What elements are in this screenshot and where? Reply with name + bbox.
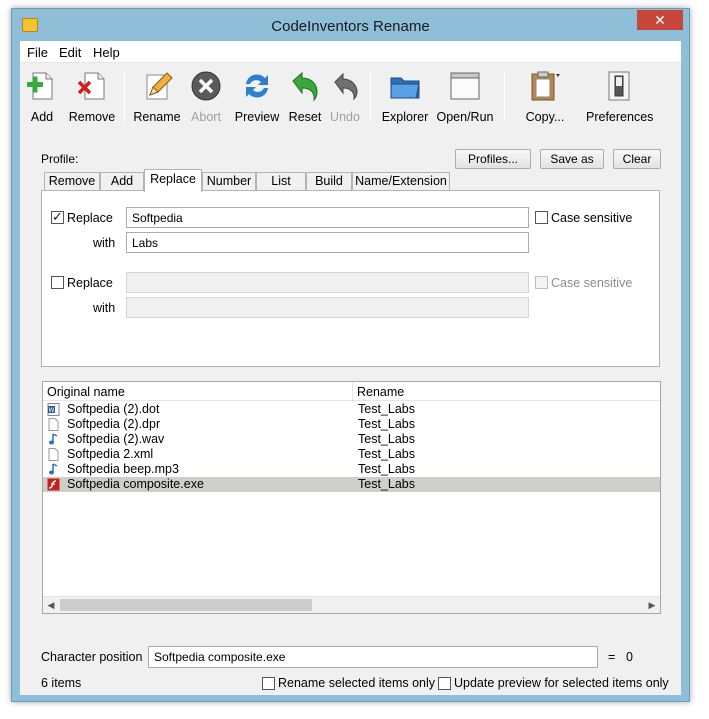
window-title: CodeInventors Rename — [271, 18, 430, 35]
update-preview-checkbox[interactable] — [438, 677, 451, 690]
column-rename[interactable]: Rename — [357, 385, 404, 399]
with-input-2 — [126, 297, 529, 318]
case-sensitive-label-1: Case sensitive — [551, 211, 633, 225]
abort-icon — [191, 71, 221, 101]
replace-checkbox-1[interactable] — [51, 209, 64, 225]
item-count: 6 items — [41, 676, 82, 690]
abort-button: Abort — [186, 68, 226, 124]
horizontal-scrollbar[interactable]: ◀ ▶ — [43, 596, 660, 613]
character-position-input[interactable]: Softpedia composite.exe — [148, 646, 598, 668]
tab-name-extension[interactable]: Name/Extension — [352, 172, 450, 191]
add-button[interactable]: Add — [22, 68, 62, 124]
table-row[interactable]: W Softpedia (2).dot Test_Labs — [43, 402, 660, 417]
with-label-1: with — [93, 236, 116, 250]
clear-button[interactable]: Clear — [613, 149, 661, 169]
save-as-button[interactable]: Save as — [540, 149, 604, 169]
flash-exe-icon — [47, 478, 60, 491]
toolbar: Add Remove Rename Abort Preview Reset Un… — [20, 64, 681, 126]
toolbar-separator — [370, 72, 371, 122]
blank-file-icon — [48, 418, 59, 431]
undo-button: Undo — [328, 68, 362, 124]
preferences-button[interactable]: Preferences — [586, 68, 653, 124]
preview-button[interactable]: Preview — [232, 68, 282, 124]
open-run-button[interactable]: Open/Run — [434, 68, 496, 124]
column-original-name[interactable]: Original name — [47, 385, 125, 399]
switch-icon — [608, 71, 630, 101]
list-header: Original name Rename — [43, 382, 660, 401]
reset-button[interactable]: Reset — [286, 68, 324, 124]
rename-selected-label: Rename selected items only — [278, 676, 436, 690]
menu-bar: File Edit Help — [20, 41, 681, 63]
scroll-left-icon[interactable]: ◀ — [43, 598, 59, 613]
pencil-icon — [146, 72, 173, 100]
update-preview-label: Update preview for selected items only — [454, 676, 669, 690]
window-icon — [450, 72, 480, 100]
close-button[interactable]: ✕ — [637, 10, 683, 30]
scroll-thumb[interactable] — [60, 599, 312, 611]
table-row[interactable]: Softpedia 2.xml Test_Labs — [43, 447, 660, 462]
profile-label: Profile: — [41, 152, 79, 166]
column-divider[interactable] — [352, 382, 353, 401]
profiles-button[interactable]: Profiles... — [455, 149, 531, 169]
tab-build[interactable]: Build — [306, 172, 352, 191]
reset-arrow-icon — [292, 71, 318, 102]
rename-selected-checkbox[interactable] — [262, 677, 275, 690]
table-row[interactable]: Softpedia (2).dpr Test_Labs — [43, 417, 660, 432]
replace-input-2 — [126, 272, 529, 293]
replace-input-1[interactable]: Softpedia — [126, 207, 529, 228]
title-bar[interactable]: CodeInventors Rename ✕ — [12, 9, 689, 41]
undo-arrow-icon — [334, 72, 358, 101]
refresh-icon — [246, 74, 268, 98]
copy-button[interactable]: Copy... — [520, 68, 570, 124]
toolbar-separator — [124, 72, 125, 122]
toolbar-separator — [504, 72, 505, 122]
equals-sign: = — [608, 650, 616, 664]
explorer-button[interactable]: Explorer — [378, 68, 432, 124]
replace-label-2: Replace — [67, 276, 113, 290]
tab-number[interactable]: Number — [202, 172, 256, 191]
file-list[interactable]: Original name Rename W Softpedia (2).dot… — [42, 381, 661, 614]
case-sensitive-checkbox-2 — [535, 276, 548, 289]
svg-text:W: W — [49, 407, 55, 414]
client-area: File Edit Help Add Remove Rename Abort P… — [20, 41, 681, 695]
table-row-selected[interactable]: Softpedia composite.exe Test_Labs — [43, 477, 660, 492]
tab-list[interactable]: List — [256, 172, 306, 191]
replace-label-1: Replace — [67, 211, 113, 225]
folder-icon — [390, 77, 420, 99]
app-window: CodeInventors Rename ✕ File Edit Help Ad… — [11, 8, 690, 702]
remove-file-icon — [77, 72, 105, 100]
tab-add[interactable]: Add — [100, 172, 144, 191]
replace-checkbox-2[interactable] — [51, 276, 64, 289]
replace-panel: Replace Softpedia Case sensitive with La… — [41, 190, 660, 367]
add-file-icon — [27, 72, 53, 100]
character-position-label: Character position — [41, 650, 143, 664]
remove-button[interactable]: Remove — [64, 68, 120, 124]
case-sensitive-checkbox-1[interactable] — [535, 211, 548, 224]
tab-remove[interactable]: Remove — [44, 172, 100, 191]
with-label-2: with — [93, 301, 116, 315]
table-row[interactable]: Softpedia beep.mp3 Test_Labs — [43, 462, 660, 477]
table-row[interactable]: Softpedia (2).wav Test_Labs — [43, 432, 660, 447]
scroll-right-icon[interactable]: ▶ — [644, 598, 660, 613]
audio-file-icon — [49, 433, 58, 445]
audio-file-icon — [49, 463, 58, 475]
menu-file[interactable]: File — [27, 45, 48, 60]
rename-button[interactable]: Rename — [132, 68, 182, 124]
blank-file-icon — [48, 448, 59, 461]
case-sensitive-label-2: Case sensitive — [551, 276, 633, 290]
clipboard-icon — [531, 71, 560, 101]
with-input-1[interactable]: Labs — [126, 232, 529, 253]
tab-replace[interactable]: Replace — [144, 169, 202, 192]
menu-edit[interactable]: Edit — [59, 45, 81, 60]
word-document-icon: W — [47, 403, 60, 416]
menu-help[interactable]: Help — [93, 45, 120, 60]
character-position-value: 0 — [626, 650, 633, 664]
